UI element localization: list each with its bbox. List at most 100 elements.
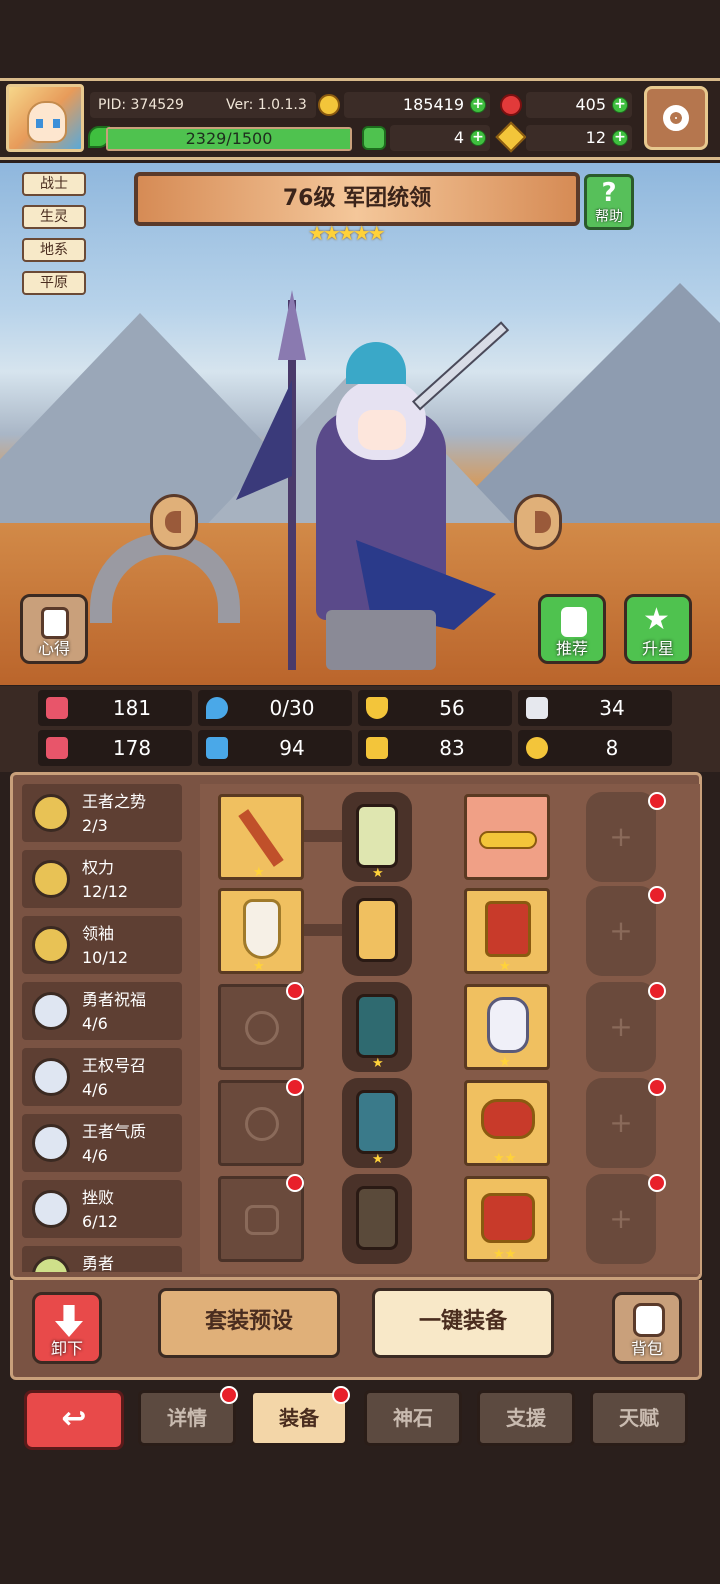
- unequip-button[interactable]: 卸下: [32, 1292, 102, 1364]
- player-avatar[interactable]: [6, 84, 84, 152]
- equip-slot-shield[interactable]: ★: [218, 888, 304, 974]
- gem-amount: 405: [575, 95, 606, 114]
- coin-icon: [32, 1124, 70, 1162]
- sword-blade: [411, 321, 510, 411]
- equip-slot-armor[interactable]: ★: [464, 888, 550, 974]
- equip-slot-helm[interactable]: ★: [464, 984, 550, 1070]
- set-name: 挫败: [82, 1188, 115, 1207]
- equip-slot-hat[interactable]: [464, 794, 550, 880]
- tab-support[interactable]: 支援: [477, 1390, 575, 1446]
- tab-talent[interactable]: 天赋: [590, 1390, 688, 1446]
- gem-socket[interactable]: ★: [342, 1078, 412, 1168]
- tag-terrain[interactable]: 平原: [22, 271, 86, 295]
- helm-icon: [487, 997, 529, 1053]
- alert-dot: [648, 1174, 666, 1192]
- set-preset-button[interactable]: 套装预设: [158, 1288, 340, 1358]
- equip-slot-weapon[interactable]: ★: [218, 794, 304, 880]
- set-bonus-list[interactable]: 王者之势 2/3 权力 12/12 领袖 10/12 勇者祝福 4/6 王权号召 4/6 …: [22, 784, 186, 1272]
- equip-all-button[interactable]: 一键装备: [372, 1288, 554, 1358]
- ruby-icon: [500, 94, 522, 116]
- alert-dot: [648, 1078, 666, 1096]
- set-item[interactable]: 权力 12/12: [22, 850, 182, 908]
- stat-attack: 178: [38, 730, 192, 766]
- gem-socket[interactable]: ★: [342, 982, 412, 1072]
- stat-intel: 94: [198, 730, 352, 766]
- gem-socket[interactable]: [342, 1174, 412, 1264]
- set-item[interactable]: 王者气质 4/6: [22, 1114, 182, 1172]
- backpack-icon: [633, 1303, 665, 1337]
- equip-slot-boots[interactable]: ★★: [464, 1176, 550, 1262]
- stat-hp-value: 181: [112, 696, 152, 720]
- gem-socket[interactable]: ★: [342, 792, 412, 882]
- coin-icon: [32, 1256, 70, 1272]
- help-button[interactable]: ? 帮助: [584, 174, 634, 230]
- upgrade-star-button[interactable]: ★ 升星: [624, 594, 692, 664]
- preset-label: 套装预设: [204, 1309, 293, 1334]
- key-counter: 12 +: [526, 125, 632, 151]
- backpack-label: 背包: [630, 1339, 663, 1358]
- add-gem-button[interactable]: +: [612, 97, 628, 113]
- equip-all-label: 一键装备: [418, 1309, 507, 1334]
- slot-star: ★: [372, 1152, 384, 1167]
- gem-socket[interactable]: [342, 886, 412, 976]
- pid-version-box: PID: 374529 Ver: 1.0.1.3: [90, 92, 316, 118]
- set-item[interactable]: 领袖 10/12: [22, 916, 182, 974]
- tab-god-stone[interactable]: 神石: [364, 1390, 462, 1446]
- add-key-button[interactable]: +: [612, 130, 628, 146]
- set-name: 王权号召: [82, 1056, 147, 1075]
- empty-accessory-slot[interactable]: +: [586, 1174, 656, 1264]
- alert-dot: [648, 886, 666, 904]
- plus-icon: +: [609, 820, 633, 853]
- set-item[interactable]: 王权号召 4/6: [22, 1048, 182, 1106]
- water-drop-icon: [206, 697, 228, 719]
- next-hero-arrow[interactable]: [514, 494, 562, 550]
- empty-accessory-slot[interactable]: +: [586, 982, 656, 1072]
- hero-character: [236, 290, 536, 670]
- hero-title: 76级 军团统领: [282, 186, 432, 211]
- stat-luck: 8: [518, 730, 672, 766]
- previous-hero-arrow[interactable]: [150, 494, 198, 550]
- boot-icon: [366, 737, 388, 759]
- hero-title-banner: 76级 军团统领: [134, 172, 580, 226]
- fist-icon: [46, 737, 68, 759]
- set-item[interactable]: 挫败 6/12: [22, 1180, 182, 1238]
- stat-armor: 56: [358, 690, 512, 726]
- stat-speed: 34: [518, 690, 672, 726]
- gem-item: [356, 1186, 398, 1250]
- empty-accessory-slot[interactable]: +: [586, 1078, 656, 1168]
- bag-outline-icon: [245, 1205, 279, 1235]
- banner-flag: [236, 380, 292, 500]
- backpack-button[interactable]: 背包: [612, 1292, 682, 1364]
- equip-slot-cloak[interactable]: ★★: [464, 1080, 550, 1166]
- plus-icon: +: [609, 1106, 633, 1139]
- plus-icon: +: [609, 1202, 633, 1235]
- add-clover-button[interactable]: +: [470, 130, 486, 146]
- stat-crit: 83: [358, 730, 512, 766]
- stat-crit-value: 83: [439, 736, 465, 760]
- empty-accessory-slot[interactable]: +: [586, 886, 656, 976]
- set-item[interactable]: 勇者: [22, 1246, 182, 1272]
- gold-counter: 185419 +: [344, 92, 490, 118]
- set-item[interactable]: 王者之势 2/3: [22, 784, 182, 842]
- coin-icon: [32, 1190, 70, 1228]
- tag-class[interactable]: 战士: [22, 172, 86, 196]
- gem-counter: 405 +: [526, 92, 632, 118]
- tag-element[interactable]: 地系: [22, 238, 86, 262]
- set-count: 4/6: [82, 1146, 108, 1165]
- slot-star: ★: [253, 959, 265, 974]
- shield-icon: [366, 697, 388, 719]
- clover-amount: 4: [453, 128, 464, 147]
- add-gold-button[interactable]: +: [470, 97, 486, 113]
- thumbs-up-icon: [561, 607, 587, 637]
- settings-button[interactable]: [644, 86, 708, 150]
- empty-accessory-slot[interactable]: +: [586, 792, 656, 882]
- set-name: 领袖: [82, 924, 115, 943]
- equipment-grid: ★ ★ ★ ★ ★ ★ ★ ★★ ★★ + + + + +: [200, 784, 700, 1274]
- stat-armor-value: 56: [439, 696, 465, 720]
- set-name: 勇者祝福: [82, 990, 147, 1009]
- gem-item: [356, 804, 398, 868]
- insight-button[interactable]: 心得: [20, 594, 88, 664]
- set-item[interactable]: 勇者祝福 4/6: [22, 982, 182, 1040]
- recommend-button[interactable]: 推荐: [538, 594, 606, 664]
- tag-race[interactable]: 生灵: [22, 205, 86, 229]
